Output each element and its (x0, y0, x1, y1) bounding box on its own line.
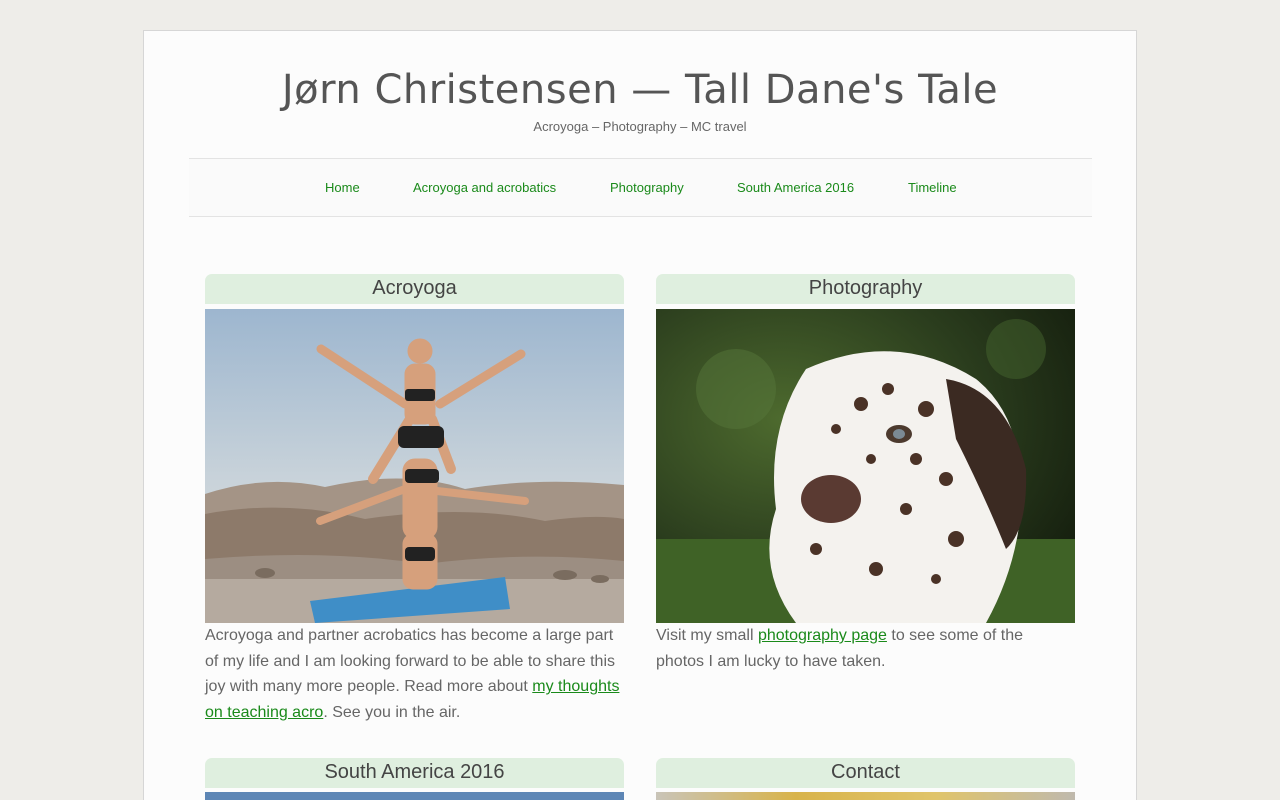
nav-item-timeline[interactable]: Timeline (908, 180, 957, 195)
contact-photo[interactable] (656, 792, 1075, 800)
card-title-south-america: South America 2016 (205, 758, 624, 788)
nav-item-home[interactable]: Home (325, 180, 360, 195)
acroyoga-photo[interactable] (205, 309, 624, 623)
card-text-photography: Visit my small photography page to see s… (656, 623, 1075, 674)
nav-item-acroyoga[interactable]: Acroyoga and acrobatics (413, 180, 556, 195)
acroyoga-text-after: . See you in the air. (323, 703, 461, 721)
dalmatian-photo[interactable] (656, 309, 1075, 623)
card-title-photography: Photography (656, 274, 1075, 304)
site-tagline: Acroyoga – Photography – MC travel (533, 119, 747, 134)
page-container: Jørn Christensen — Tall Dane's Tale Acro… (143, 30, 1137, 800)
card-text-acroyoga: Acroyoga and partner acrobatics has beco… (205, 623, 624, 725)
card-title-contact: Contact (656, 758, 1075, 788)
acroyoga-photo-image (205, 309, 624, 623)
nav-item-south-america[interactable]: South America 2016 (737, 180, 854, 195)
photography-text-before: Visit my small (656, 627, 758, 644)
main-navigation: Home Acroyoga and acrobatics Photography… (189, 158, 1092, 217)
photography-page-link[interactable]: photography page (758, 627, 887, 644)
card-title-acroyoga: Acroyoga (205, 274, 624, 304)
south-america-photo[interactable] (205, 792, 624, 800)
site-title[interactable]: Jørn Christensen — Tall Dane's Tale (144, 67, 1136, 113)
nav-item-photography[interactable]: Photography (610, 180, 684, 195)
dalmatian-photo-image (656, 309, 1075, 623)
